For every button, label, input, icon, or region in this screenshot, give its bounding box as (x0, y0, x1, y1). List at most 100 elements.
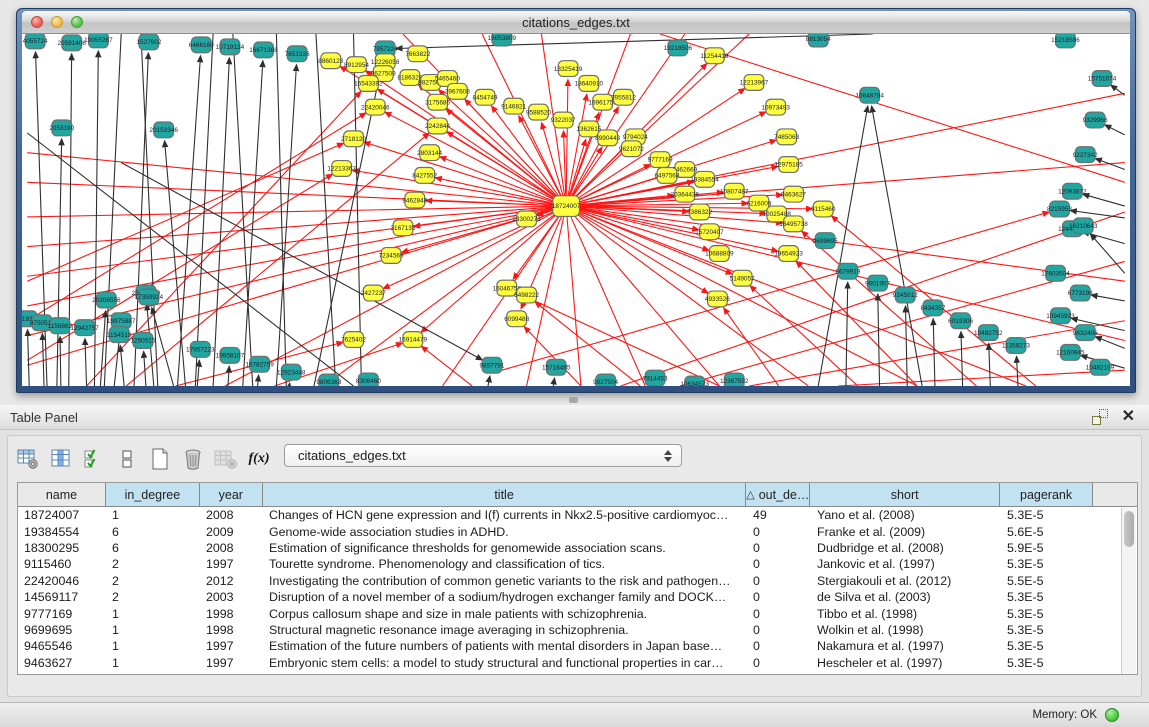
graph-node[interactable]: 6773198 (1068, 285, 1093, 301)
splitter-handle[interactable] (569, 397, 578, 403)
graph-node[interactable]: 13325419 (554, 61, 583, 77)
graph-node[interactable]: 8813054 (806, 34, 831, 47)
graph-edge[interactable] (27, 113, 366, 321)
graph-edge[interactable] (27, 174, 332, 360)
graph-node[interactable]: 10719124 (216, 39, 245, 55)
graph-node[interactable]: 16782759 (245, 356, 274, 372)
graph-edge[interactable] (27, 182, 566, 206)
graph-node[interactable]: 15716485 (542, 359, 571, 375)
graph-edge[interactable] (276, 65, 296, 386)
graph-node[interactable]: 20153346 (149, 122, 178, 138)
graph-node[interactable]: 15218586 (1051, 34, 1080, 48)
graph-edge[interactable] (1070, 210, 1124, 217)
graph-node[interactable]: 10973493 (761, 99, 790, 115)
graph-edge[interactable] (1111, 85, 1125, 95)
graph-node[interactable]: 19654923 (774, 246, 803, 262)
graph-node[interactable]: 1250515 (130, 333, 155, 349)
graph-edge[interactable] (961, 332, 963, 386)
graph-edge[interactable] (838, 370, 1125, 386)
graph-edge[interactable] (502, 212, 1049, 370)
graph-node[interactable]: 9329966 (1083, 112, 1108, 128)
graph-node[interactable]: 10634573 (680, 376, 709, 386)
graph-node[interactable]: 10055287 (84, 34, 113, 48)
new-table-icon[interactable] (148, 448, 172, 470)
graph-node[interactable]: 12923448 (277, 364, 306, 380)
graph-edge[interactable] (488, 376, 490, 386)
graph-node[interactable]: 8427552 (412, 167, 437, 183)
graph-edge[interactable] (85, 339, 87, 386)
graph-node[interactable]: 11254419 (700, 48, 728, 64)
graph-node[interactable]: 9463627 (781, 186, 806, 202)
graph-edge[interactable] (258, 375, 259, 386)
graph-node[interactable]: 9806363 (316, 374, 341, 386)
graph-edge[interactable] (197, 360, 199, 386)
graph-node[interactable]: 1156862 (48, 318, 73, 334)
delete-table-icon[interactable] (181, 448, 205, 470)
graph-edge[interactable] (566, 206, 808, 386)
graph-edge[interactable] (233, 34, 253, 386)
close-panel-icon[interactable]: ✕ (1122, 409, 1135, 425)
column-header-short[interactable]: short (810, 483, 1000, 506)
graph-node[interactable]: 7651536 (285, 46, 310, 62)
graph-node[interactable]: 9227342 (1073, 147, 1098, 163)
graph-edge[interactable] (933, 319, 935, 386)
graph-edge[interactable] (27, 143, 343, 281)
graph-node[interactable]: 9601907 (865, 275, 890, 291)
graph-node[interactable]: 9322037 (551, 112, 576, 128)
table-row[interactable]: 2242004622012Investigating the contribut… (18, 573, 1137, 589)
graph-node[interactable]: 11358273 (1002, 338, 1030, 354)
graph-edge[interactable] (1083, 194, 1125, 206)
graph-node[interactable]: 2427237 (361, 285, 386, 301)
graph-node[interactable]: 17957223 (186, 342, 215, 358)
graph-node[interactable]: 10482199 (1086, 359, 1115, 375)
graph-node[interactable]: 16671388 (249, 42, 278, 58)
graph-edge[interactable] (566, 93, 1125, 206)
graph-hub-node[interactable]: 18724007 (552, 196, 581, 217)
graph-edge[interactable] (878, 294, 880, 386)
graph-edge[interactable] (660, 34, 1125, 182)
graph-node[interactable]: 6099488 (504, 311, 529, 327)
graph-node[interactable]: 16648784 (855, 87, 884, 103)
graph-edge[interactable] (1105, 125, 1125, 135)
graph-edge[interactable] (57, 139, 62, 386)
network-window-titlebar[interactable]: citations_edges.txt (22, 11, 1130, 34)
graph-edge[interactable] (69, 54, 72, 386)
graph-node[interactable]: 9462848 (402, 192, 427, 208)
graph-node[interactable]: 2718120 (341, 131, 366, 147)
show-columns-icon[interactable] (49, 448, 73, 470)
merge-columns-icon[interactable] (115, 448, 139, 470)
graph-edge[interactable] (28, 330, 30, 386)
graph-edge[interactable] (566, 206, 1026, 386)
graph-edge[interactable] (446, 109, 566, 206)
graph-edge[interactable] (566, 163, 1125, 207)
graph-node[interactable]: 12160945 (1056, 344, 1085, 360)
graph-edge[interactable] (1090, 234, 1124, 273)
graph-node[interactable]: 12367592 (720, 373, 749, 386)
graph-node[interactable]: 1154519 (107, 327, 132, 343)
graph-node[interactable]: 8454749 (473, 89, 498, 105)
graph-edge[interactable] (213, 58, 229, 386)
graph-node[interactable]: 19958107 (216, 347, 245, 363)
table-row[interactable]: 1938455462009Genome-wide association stu… (18, 523, 1137, 539)
column-header-name[interactable]: name (18, 483, 106, 506)
float-panel-icon[interactable] (1092, 409, 1108, 425)
scrollbar-thumb[interactable] (1124, 511, 1134, 547)
graph-node[interactable]: 2242844 (425, 118, 450, 134)
graph-node[interactable]: 7955812 (611, 89, 636, 105)
graph-node[interactable]: 7234569 (379, 248, 404, 264)
graph-edge[interactable] (566, 206, 581, 386)
graph-edge[interactable] (846, 282, 848, 386)
graph-node[interactable]: 9115460 (811, 201, 836, 217)
network-canvas[interactable]: 4055724205914061005528715276026466160107… (22, 34, 1130, 386)
graph-node[interactable]: 7914453 (643, 370, 668, 386)
column-header-title[interactable]: title (263, 483, 747, 506)
column-header-outde[interactable]: △out_de… (746, 483, 810, 506)
network-graph[interactable]: 4055724205914061005528715276026466160107… (22, 34, 1130, 386)
graph-node[interactable]: 8215953 (1047, 201, 1072, 217)
graph-edge[interactable] (60, 337, 61, 386)
graph-node[interactable]: 15751074 (1088, 71, 1117, 87)
graph-node[interactable]: 9245012 (893, 287, 918, 303)
graph-edge[interactable] (94, 51, 98, 386)
graph-edge[interactable] (1095, 337, 1124, 349)
graph-edge[interactable] (165, 141, 186, 386)
